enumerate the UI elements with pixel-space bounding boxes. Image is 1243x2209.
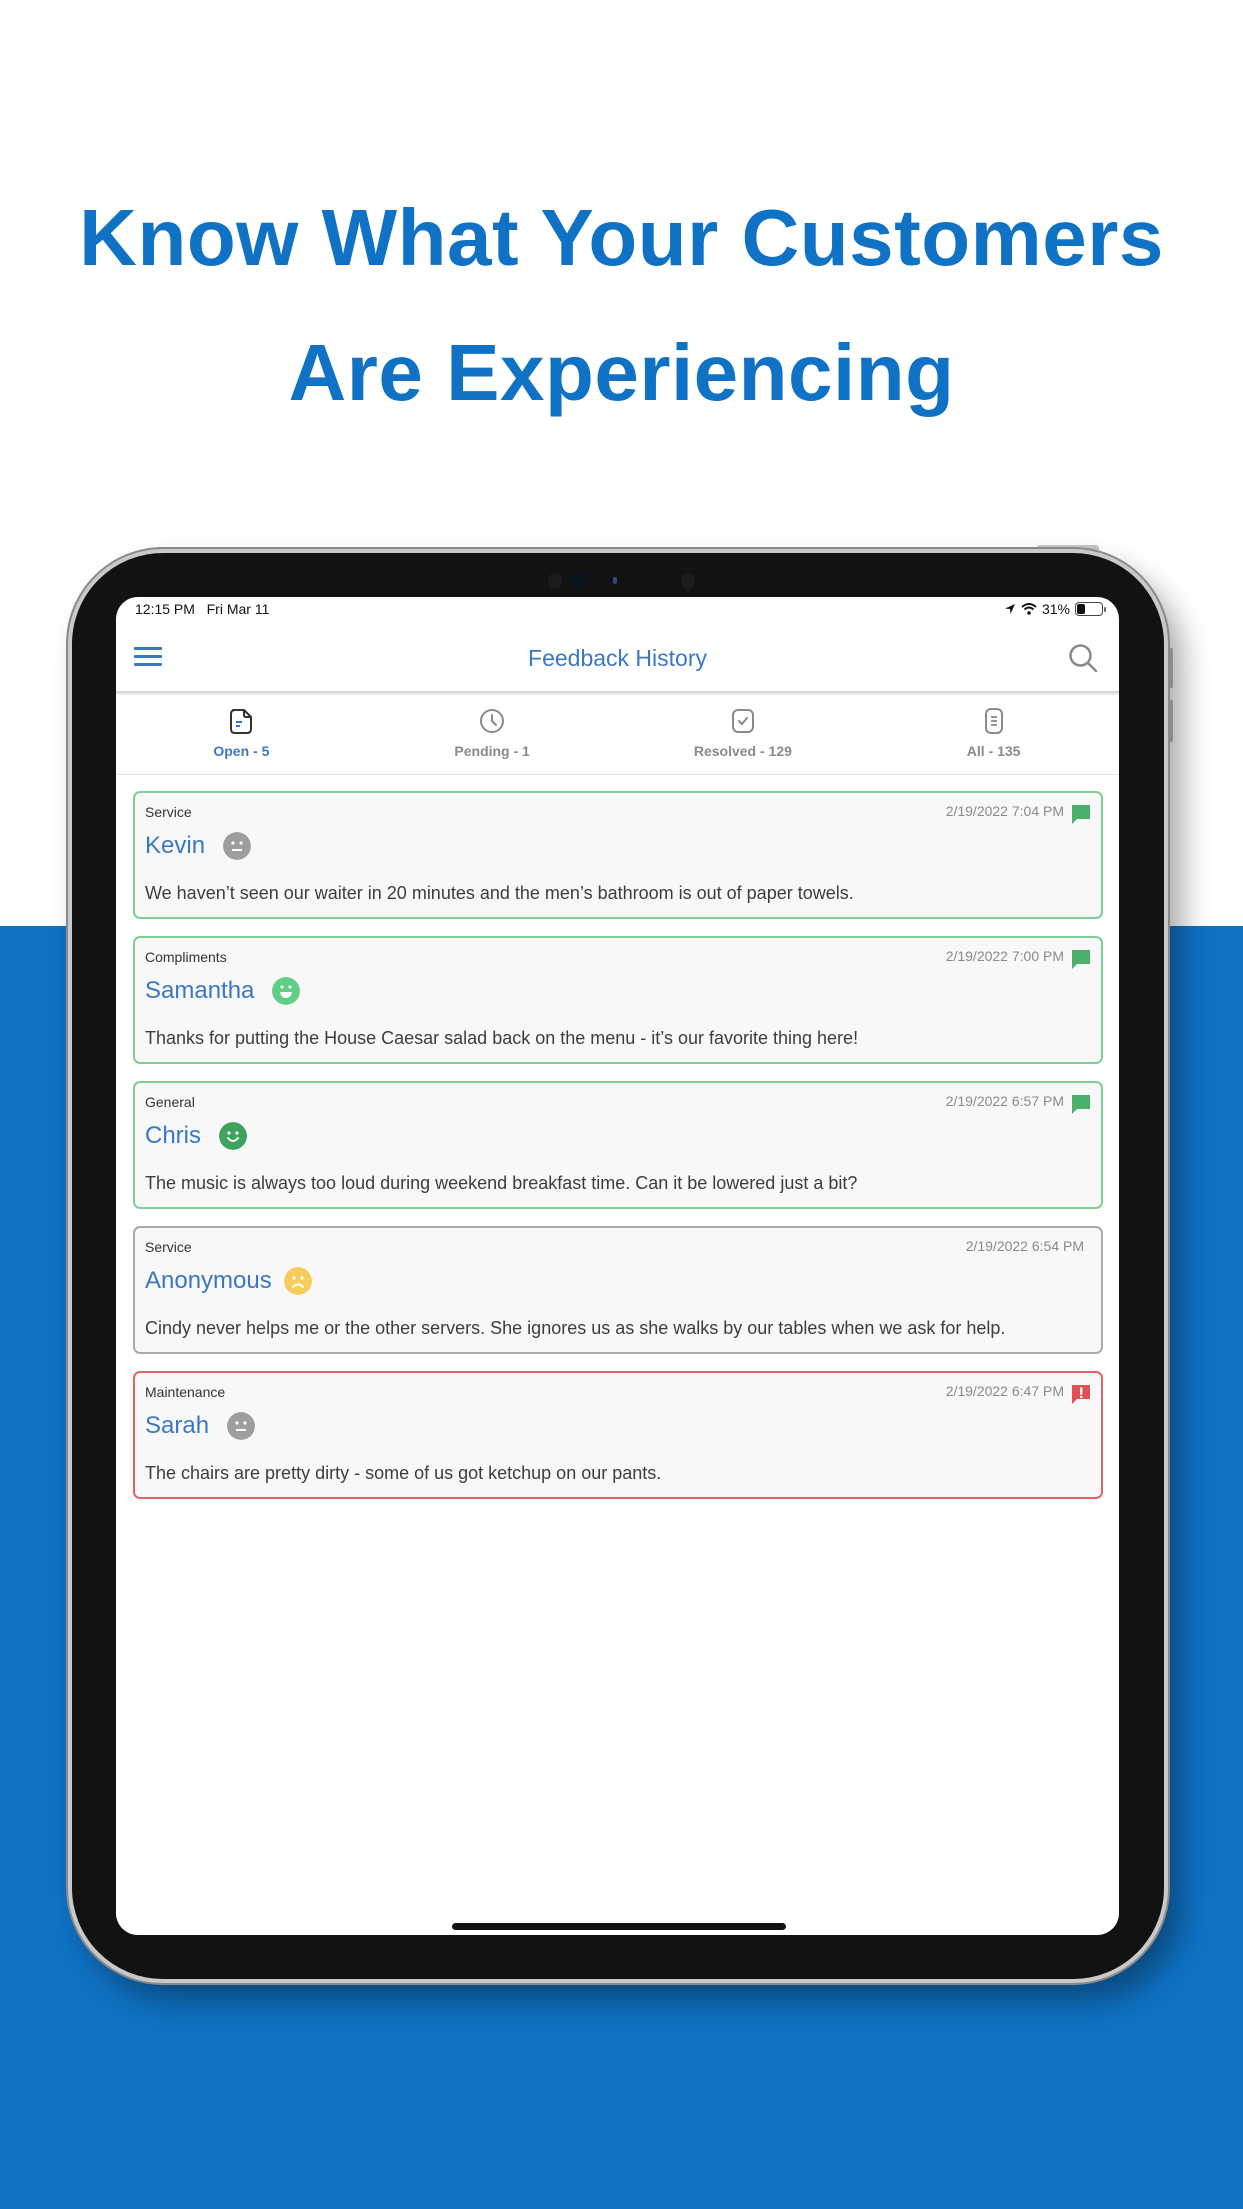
home-indicator[interactable] (452, 1923, 786, 1930)
green-chat-icon (1072, 805, 1090, 824)
feedback-card[interactable]: Maintenance 2/19/2022 6:47 PM Sarah The … (133, 1371, 1103, 1499)
tablet-volume-up (1168, 648, 1173, 688)
list-document-icon (984, 708, 1003, 734)
feedback-category: General (145, 1094, 195, 1110)
green-chat-icon (1072, 950, 1090, 969)
happy-face-icon (219, 1122, 248, 1150)
feedback-message: Cindy never helps me or the other server… (145, 1318, 1006, 1338)
feedback-category: Maintenance (145, 1384, 226, 1400)
feedback-card[interactable]: Compliments 2/19/2022 7:00 PM Samantha T… (133, 936, 1103, 1064)
green-chat-icon (1072, 1095, 1090, 1114)
tab-pending[interactable]: Pending - 1 (367, 695, 618, 774)
headline-line-2: Are Experiencing (288, 328, 955, 417)
tab-all[interactable]: All - 135 (868, 695, 1119, 774)
feedback-author-row: Sarah (145, 1412, 256, 1440)
tab-all-label: All - 135 (966, 743, 1021, 759)
tab-resolved[interactable]: Resolved - 129 (618, 695, 869, 774)
feedback-timestamp: 2/19/2022 6:47 PM (945, 1383, 1064, 1399)
feedback-author: Kevin (145, 832, 206, 859)
status-time-date: 12:15 PM Fri Mar 11 (135, 601, 269, 617)
feedback-message: The chairs are pretty dirty - some of us… (145, 1463, 662, 1483)
feedback-timestamp: 2/19/2022 6:54 PM (965, 1238, 1084, 1254)
tab-pending-label: Pending - 1 (454, 743, 530, 759)
feedback-category: Service (145, 804, 192, 820)
feedback-card[interactable]: Service 2/19/2022 6:54 PM Anonymous Cind… (133, 1226, 1103, 1354)
feedback-author-row: Samantha (145, 977, 301, 1005)
search-button[interactable] (1067, 642, 1099, 674)
neutral-face-icon (227, 1412, 256, 1440)
feedback-author: Samantha (145, 977, 255, 1004)
battery-percent: 31% (1041, 601, 1070, 617)
front-sensor-2 (681, 573, 695, 589)
feedback-card[interactable]: General 2/19/2022 6:57 PM Chris The musi… (133, 1081, 1103, 1209)
feedback-author: Sarah (145, 1412, 210, 1439)
feedback-author: Anonymous (145, 1267, 272, 1294)
red-alert-chat-icon (1072, 1385, 1090, 1404)
neutral-face-icon (223, 832, 252, 860)
feedback-message: Thanks for putting the House Caesar sala… (145, 1028, 859, 1048)
feedback-timestamp: 2/19/2022 7:00 PM (945, 948, 1064, 964)
battery-level (1077, 604, 1086, 614)
document-icon (230, 709, 253, 734)
page-title: Feedback History (528, 645, 707, 671)
status-bar: 12:15 PM Fri Mar 11 31% (116, 597, 1119, 625)
tab-resolved-label: Resolved - 129 (693, 743, 792, 759)
feedback-message: The music is always too loud during week… (145, 1173, 858, 1193)
status-time: 12:15 PM (135, 601, 195, 617)
tablet-screen: 12:15 PM Fri Mar 11 31% Feedback History (116, 597, 1119, 1935)
headline-line-1: Know What Your Customers (79, 193, 1164, 282)
search-icon (1069, 644, 1098, 673)
battery-cap (1104, 607, 1106, 612)
check-square-icon (731, 709, 754, 733)
sad-face-icon (283, 1267, 312, 1295)
clock-icon (480, 709, 505, 733)
location-icon (1004, 604, 1015, 614)
battery-icon (1075, 602, 1106, 616)
feedback-author-row: Kevin (145, 832, 252, 860)
feedback-message: We haven’t seen our waiter in 20 minutes… (145, 883, 854, 903)
camera-indicator (613, 577, 617, 584)
wifi-icon (1021, 603, 1037, 615)
status-indicators: 31% (1004, 601, 1106, 617)
tab-open[interactable]: Open - 5 (116, 695, 367, 774)
tab-open-label: Open - 5 (213, 743, 270, 759)
feedback-timestamp: 2/19/2022 7:04 PM (945, 803, 1064, 819)
tablet-volume-down (1168, 700, 1173, 742)
status-date: Fri Mar 11 (206, 601, 270, 617)
status-tabs: Open - 5 Pending - 1 Resolved - 129 All … (116, 695, 1119, 775)
feedback-category: Compliments (145, 949, 227, 965)
front-camera (572, 573, 586, 589)
very-happy-face-icon (272, 977, 301, 1005)
feedback-author: Chris (145, 1122, 202, 1149)
feedback-card[interactable]: Service 2/19/2022 7:04 PM Kevin We haven… (133, 791, 1103, 919)
feedback-list: Service 2/19/2022 7:04 PM Kevin We haven… (116, 775, 1119, 1935)
front-sensor (548, 573, 562, 589)
promo-headline: Know What Your Customers Are Experiencin… (0, 170, 1243, 440)
feedback-timestamp: 2/19/2022 6:57 PM (945, 1093, 1064, 1109)
app-header: Feedback History (116, 625, 1119, 693)
feedback-author-row: Anonymous (145, 1267, 312, 1295)
feedback-category: Service (145, 1239, 192, 1255)
feedback-author-row: Chris (145, 1122, 248, 1150)
